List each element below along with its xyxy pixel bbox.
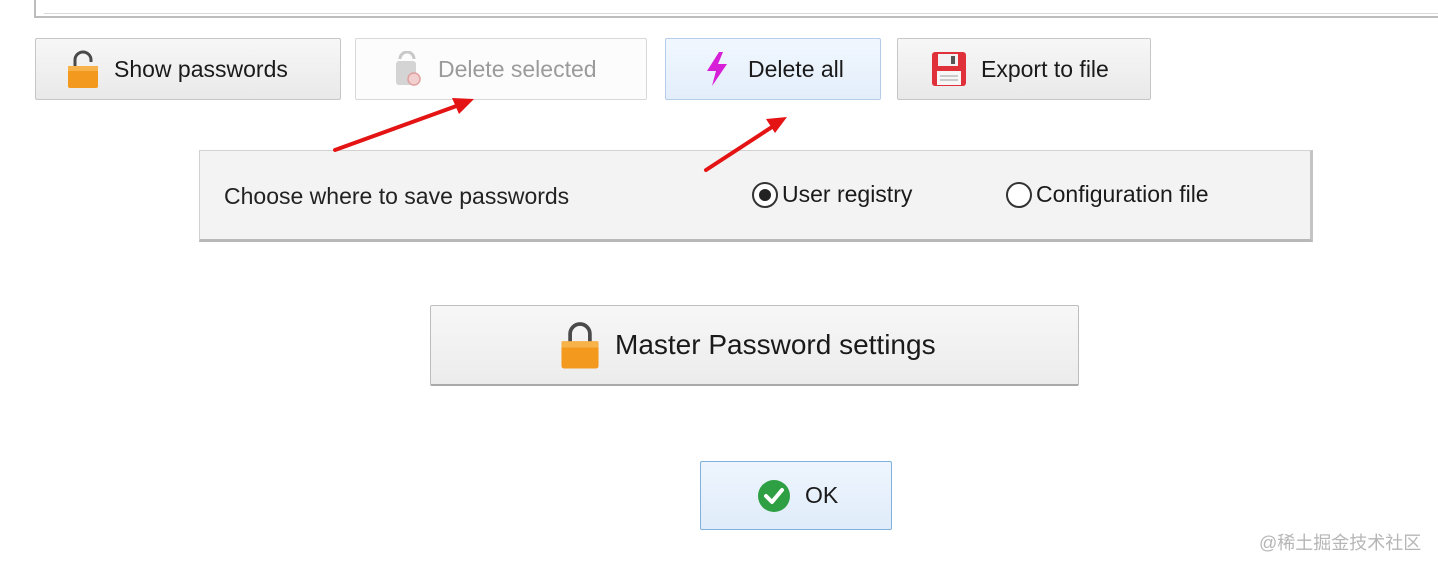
radio-unchecked-indicator — [1006, 181, 1032, 208]
configuration-file-label: Configuration file — [1036, 181, 1209, 207]
lock-icon — [68, 50, 98, 88]
lock-icon — [561, 322, 599, 369]
save-location-label: Choose where to save passwords — [224, 183, 570, 209]
trash-icon — [396, 51, 421, 86]
user-registry-label: User registry — [782, 181, 913, 207]
user-registry-radio[interactable]: User registry — [752, 181, 912, 208]
configuration-file-radio[interactable]: Configuration file — [1006, 181, 1209, 208]
delete-all-button[interactable]: Delete all — [665, 38, 881, 100]
delete-selected-button[interactable]: Delete selected — [355, 38, 647, 100]
export-to-file-label: Export to file — [981, 55, 1109, 82]
master-password-settings-button[interactable]: Master Password settings — [430, 305, 1079, 386]
save-location-panel: Choose where to save passwords User regi… — [199, 150, 1313, 242]
ok-label: OK — [805, 482, 839, 508]
radio-checked-indicator — [752, 181, 778, 208]
show-passwords-button[interactable]: Show passwords — [35, 38, 341, 100]
show-passwords-label: Show passwords — [114, 55, 288, 82]
red-arrow-to-delete-selected — [333, 98, 474, 152]
list-box-border — [44, 13, 1438, 14]
floppy-disk-icon — [932, 52, 966, 86]
watermark: @稀土掘金技术社区 — [1259, 533, 1422, 553]
delete-selected-label: Delete selected — [438, 55, 597, 82]
ok-button[interactable]: OK — [700, 461, 892, 530]
password-list-box[interactable] — [34, 0, 1438, 18]
delete-all-label: Delete all — [748, 55, 844, 82]
check-circle-icon — [758, 479, 790, 512]
master-password-label: Master Password settings — [615, 329, 936, 360]
export-to-file-button[interactable]: Export to file — [897, 38, 1151, 100]
lightning-bolt-icon — [707, 52, 727, 86]
